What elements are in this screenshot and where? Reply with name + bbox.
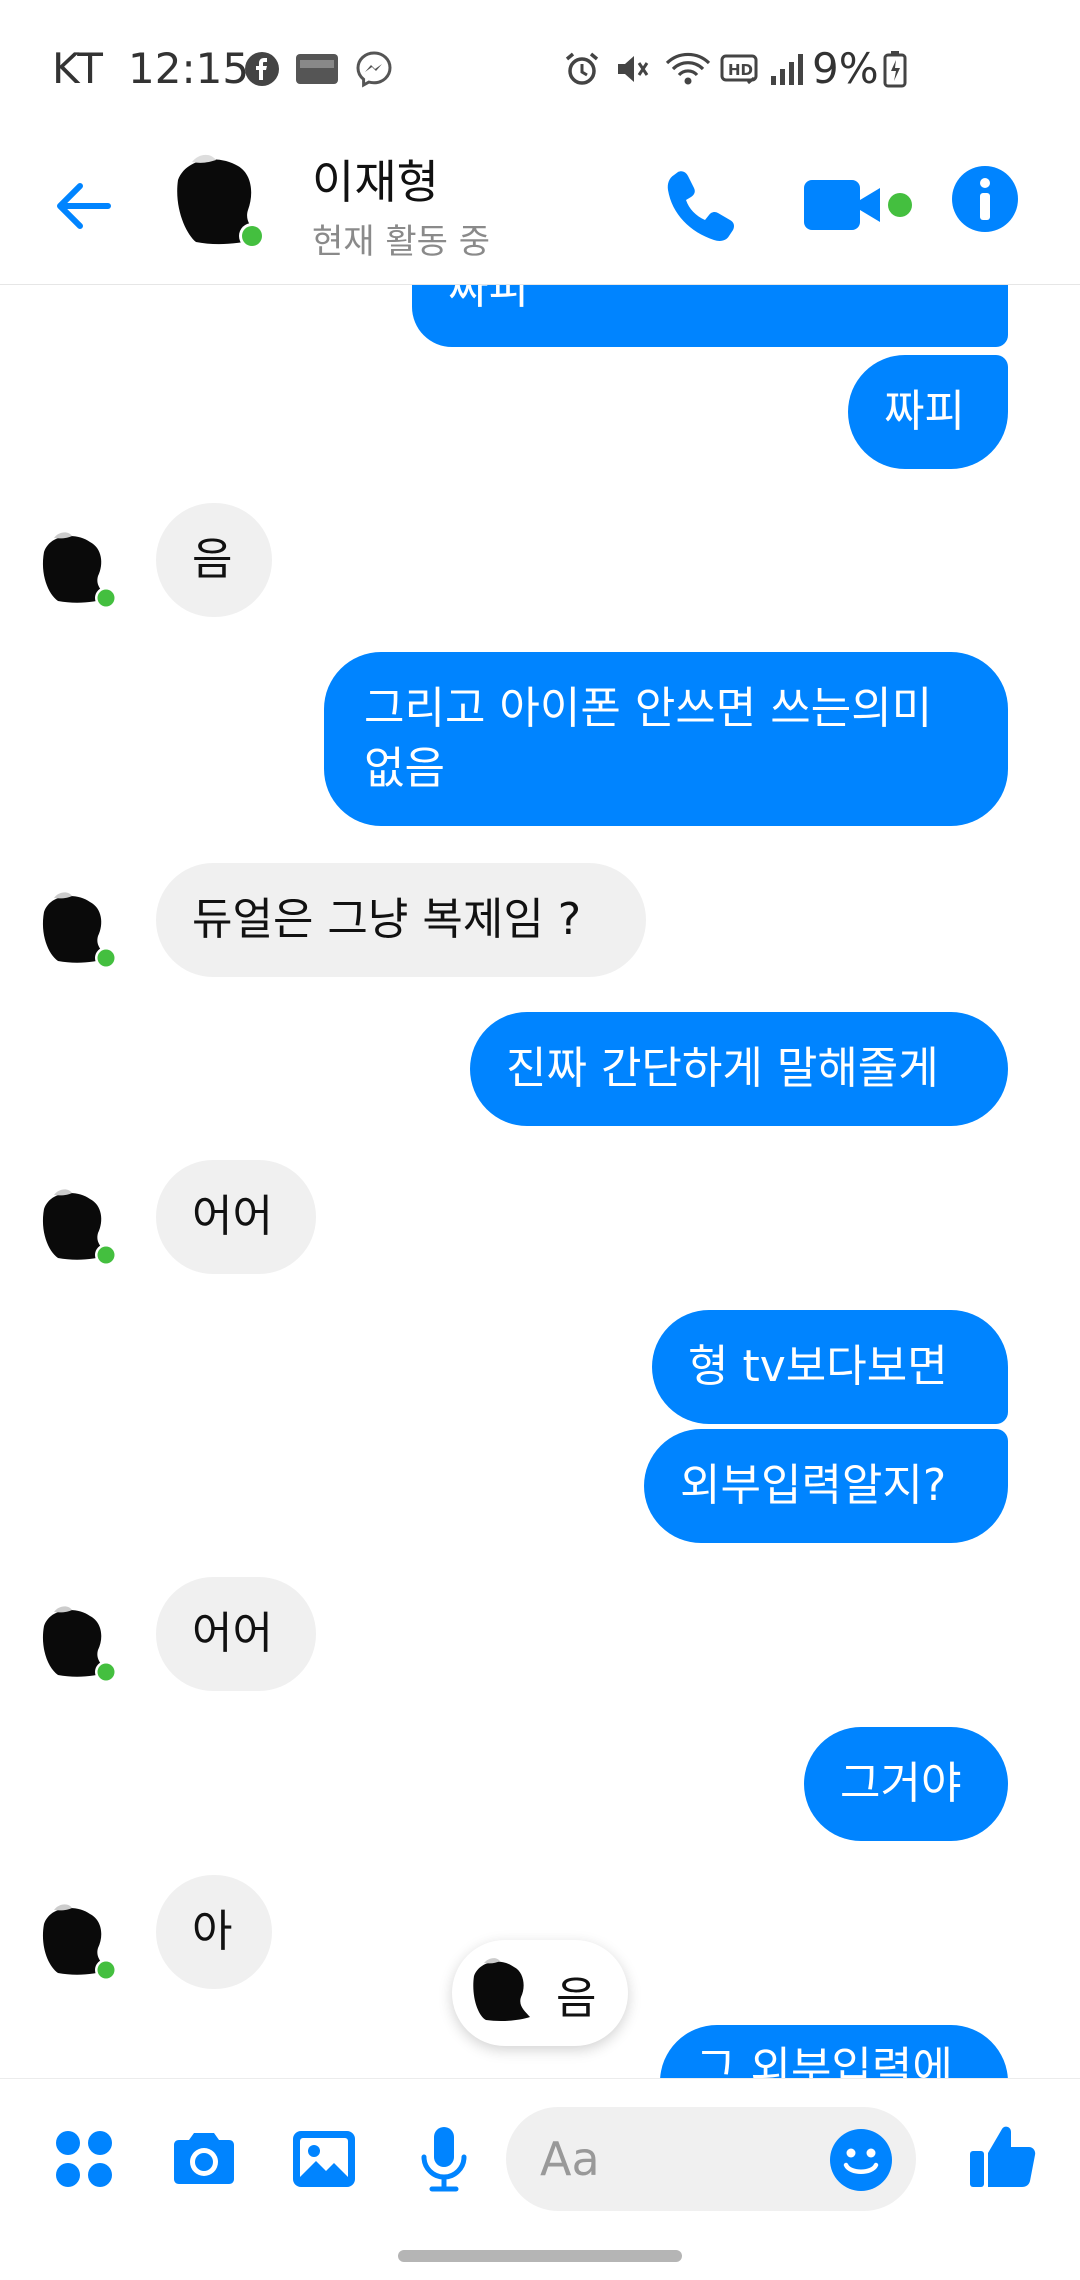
message-text: 듀얼은 그냥 복제임 ? xyxy=(192,894,582,945)
message-bubble-outgoing[interactable]: 외부입력알지? xyxy=(644,1429,1008,1543)
message-bubble-outgoing[interactable]: 그 외부입력에 xyxy=(660,2025,1008,2078)
home-indicator[interactable] xyxy=(398,2250,682,2262)
thumbs-up-icon[interactable] xyxy=(966,2119,1040,2193)
clock: 12:15 xyxy=(128,44,250,93)
message-text: 그거야 xyxy=(840,1758,962,1809)
status-bar: KT 12:15 HD 9% xyxy=(0,0,1080,140)
message-input-box[interactable] xyxy=(506,2107,916,2211)
camera-icon[interactable] xyxy=(168,2123,240,2195)
message-bubble-incoming[interactable]: 아 xyxy=(156,1875,272,1989)
alarm-icon xyxy=(565,52,599,85)
message-text: 음 xyxy=(192,534,233,585)
carrier-label: KT xyxy=(52,44,104,93)
message-bubble-outgoing[interactable]: 짜피 xyxy=(848,355,1008,469)
message-text: 외부입력알지? xyxy=(680,1460,947,1511)
active-status: 현재 활동 중 xyxy=(312,222,491,262)
emoji-icon[interactable] xyxy=(828,2127,894,2193)
info-icon[interactable] xyxy=(950,164,1020,234)
mute-icon xyxy=(618,56,649,82)
message-bubble-incoming[interactable]: 어어 xyxy=(156,1160,316,1274)
messenger-icon xyxy=(356,51,392,88)
message-bubble-incoming[interactable]: 듀얼은 그냥 복제임 ? xyxy=(156,863,646,977)
message-text: 짜피 xyxy=(884,386,965,437)
svg-text:HD: HD xyxy=(728,61,753,79)
wifi-icon xyxy=(665,52,711,85)
message-text: 어어 xyxy=(192,1608,273,1659)
contact-name[interactable]: 이재형 xyxy=(312,146,439,212)
message-bubble-outgoing[interactable]: 그리고 아이폰 안쓰면 쓰는의미 없음 xyxy=(324,652,1008,826)
message-bubble-outgoing[interactable]: 형 tv보다보면 xyxy=(652,1310,1008,1424)
signal-icon xyxy=(771,54,803,85)
sender-avatar[interactable] xyxy=(38,1185,118,1265)
gallery-icon[interactable] xyxy=(288,2123,360,2195)
microphone-icon[interactable] xyxy=(408,2123,480,2195)
sender-avatar[interactable] xyxy=(38,528,118,608)
sender-avatar[interactable] xyxy=(38,1602,118,1682)
conversation-header: 이재형 현재 활동 중 xyxy=(0,140,1080,285)
new-message-pill[interactable]: 음 xyxy=(452,1940,628,2046)
sender-avatar xyxy=(473,1958,530,2021)
message-text: 없음 xyxy=(364,743,445,794)
message-list[interactable]: 짜피 짜피 음 그리고 아이폰 안쓰면 쓰는의미 없음 듀얼은 그냥 복제임 ?… xyxy=(0,285,1080,2078)
message-text: 짜피 xyxy=(448,285,529,314)
message-bubble-outgoing[interactable]: 짜피 xyxy=(412,285,1008,347)
facebook-icon xyxy=(245,52,279,86)
message-text: 진짜 간단하게 말해줄게 xyxy=(506,1043,939,1094)
contact-avatar[interactable] xyxy=(170,150,270,250)
message-bubble-incoming[interactable]: 어어 xyxy=(156,1577,316,1691)
more-apps-icon[interactable] xyxy=(48,2123,120,2195)
message-bubble-incoming[interactable]: 음 xyxy=(156,503,272,617)
message-text: 형 tv보다보면 xyxy=(688,1341,948,1392)
phone-call-icon[interactable] xyxy=(660,164,740,244)
sender-avatar[interactable] xyxy=(38,1900,118,1980)
battery-percent: 9% xyxy=(812,44,879,93)
message-composer xyxy=(0,2078,1080,2238)
video-call-icon[interactable] xyxy=(800,170,920,240)
battery-icon xyxy=(883,51,907,88)
message-text: 어어 xyxy=(192,1191,273,1242)
message-input[interactable] xyxy=(540,2127,800,2191)
sender-avatar[interactable] xyxy=(38,888,118,968)
message-bubble-outgoing[interactable]: 그거야 xyxy=(804,1727,1008,1841)
back-arrow-icon[interactable] xyxy=(48,170,120,242)
message-text: 아 xyxy=(192,1906,233,1957)
tmoney-icon xyxy=(296,54,338,84)
message-text: 그 외부입력에 xyxy=(696,2043,953,2078)
hd-icon: HD xyxy=(720,54,758,85)
pill-text: 음 xyxy=(556,1973,597,2024)
message-bubble-outgoing[interactable]: 진짜 간단하게 말해줄게 xyxy=(470,1012,1008,1126)
message-text: 그리고 아이폰 안쓰면 쓰는의미 xyxy=(364,683,933,734)
